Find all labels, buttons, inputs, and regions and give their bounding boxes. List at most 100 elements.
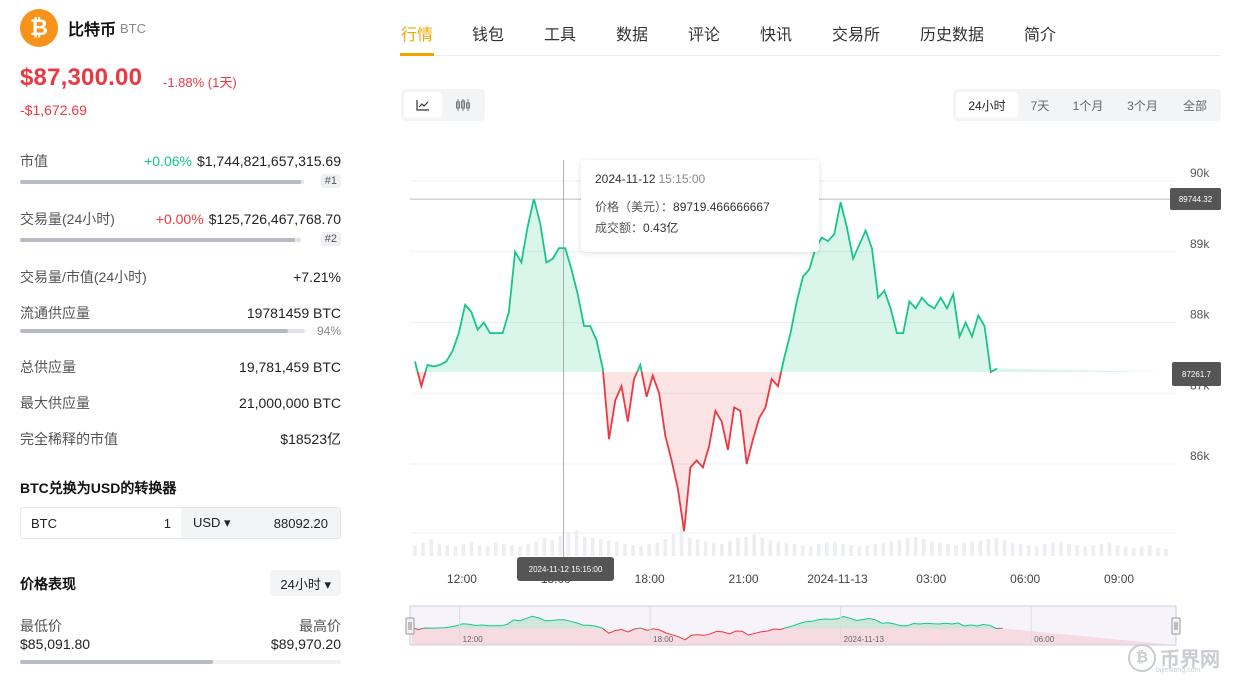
- vol-mcap-row: 交易量/市值(24小时) +7.21%: [20, 267, 341, 287]
- navigator-area-down: [412, 616, 1174, 645]
- line-chart-button[interactable]: [404, 92, 442, 118]
- volume-bar: [897, 540, 902, 556]
- volume-bar: [639, 546, 643, 556]
- hover-price-tag: 89744.32: [1170, 188, 1221, 210]
- volume-bar: [534, 541, 538, 556]
- volume-bar: [833, 541, 837, 556]
- x-tick-label: 12:00: [447, 572, 477, 586]
- candlestick-button[interactable]: [444, 92, 482, 118]
- volume-bar: [550, 540, 555, 556]
- volume-bar: [873, 544, 878, 556]
- volume-bar: [978, 540, 983, 556]
- market-cap-change: +0.06%: [144, 153, 192, 169]
- watermark-logo-icon: ₿: [1128, 643, 1156, 672]
- volume-bar: [631, 545, 635, 556]
- low-price-value: $85,091.80: [20, 636, 91, 652]
- time-range-selector: 24小时 7天 1个月 3个月 全部: [953, 89, 1221, 121]
- volume-bar: [469, 541, 474, 556]
- volume-bar: [566, 532, 571, 556]
- volume-bar: [1115, 545, 1120, 556]
- volume-bar: [720, 544, 724, 556]
- volume-bar: [1148, 545, 1152, 556]
- navigator-handle: [405, 617, 415, 635]
- navigator-line-up: [411, 615, 1003, 629]
- range-3m-button[interactable]: 3个月: [1115, 92, 1170, 118]
- current-price: $87,300.00: [20, 64, 143, 91]
- to-currency-select[interactable]: USD ▾: [193, 515, 231, 531]
- volume-bar: [1067, 544, 1071, 556]
- volume-bar: [413, 545, 417, 556]
- circulating-bar-fill: [20, 329, 288, 333]
- watermark-url: bijiewang.com: [1156, 667, 1201, 674]
- coin-symbol: BTC: [120, 20, 147, 36]
- volume-bar: [913, 536, 918, 556]
- tab-data[interactable]: 数据: [616, 21, 648, 45]
- navigator-line-down: [412, 628, 1003, 641]
- volume-bar: [20, 238, 301, 242]
- volume-bar: [849, 545, 853, 556]
- tab-market[interactable]: 行情: [401, 21, 433, 45]
- market-cap-rank-badge: #1: [320, 174, 341, 188]
- market-cap-bar-fill: [20, 180, 302, 184]
- volume-bar: [857, 546, 861, 556]
- tab-news[interactable]: 快讯: [760, 21, 792, 45]
- tooltip-time: 15:15:00: [658, 172, 706, 186]
- volume-bar: [744, 536, 748, 556]
- volume-bar: [946, 544, 950, 556]
- navigator-tick-label: 06:00: [1034, 635, 1055, 644]
- volume-bar: [461, 544, 466, 556]
- tooltip-volume: 0.43亿: [643, 221, 679, 235]
- volume-bar: [558, 535, 563, 556]
- tab-history[interactable]: 历史数据: [920, 21, 984, 45]
- volume-bar: [510, 545, 514, 556]
- volume-bar: [502, 544, 506, 556]
- volume-bar: [1107, 542, 1112, 556]
- volume-bar: [615, 541, 619, 556]
- volume-bar: [647, 544, 651, 556]
- volume-bar: [582, 536, 587, 556]
- volume-bar: [784, 542, 789, 556]
- tab-wallet[interactable]: 钱包: [472, 21, 504, 45]
- volume-bar: [590, 538, 595, 556]
- volume-bar: [1123, 546, 1128, 556]
- tooltip-price-row: 价格（美元）：89719.466666667: [595, 198, 770, 215]
- range-7d-button[interactable]: 7天: [1020, 92, 1060, 118]
- navigator-tick-label: 18:00: [653, 635, 674, 644]
- volume-bar: [970, 541, 974, 556]
- range-24h-button[interactable]: 24小时: [956, 92, 1018, 118]
- volume-bar: [1002, 540, 1007, 556]
- tooltip-price: 89719.466666667: [673, 200, 770, 214]
- volume-bar: [1051, 542, 1055, 556]
- to-amount-field[interactable]: USD ▾ 88092.20: [181, 508, 340, 538]
- market-cap-row: 市值 +0.06% $1,744,821,657,315.69: [20, 151, 341, 171]
- volume-bar: [1043, 544, 1047, 556]
- from-amount-input[interactable]: BTC 1: [21, 508, 181, 538]
- volume-bar: [1083, 546, 1088, 556]
- market-cap-label: 市值: [20, 153, 48, 169]
- volume-bar: [1156, 547, 1160, 556]
- tab-exchanges[interactable]: 交易所: [832, 21, 880, 45]
- range-all-button[interactable]: 全部: [1172, 92, 1218, 118]
- tab-intro[interactable]: 简介: [1024, 21, 1056, 45]
- x-tick-label: 2024-11-13: [807, 572, 868, 586]
- volume-row: 交易量(24小时) +0.00% $125,726,467,768.70: [20, 209, 341, 229]
- current-price-tag: 87261.7: [1172, 362, 1221, 386]
- range-1m-button[interactable]: 1个月: [1063, 92, 1113, 118]
- circulating-value: 19781459 BTC: [246, 305, 341, 321]
- tooltip-volume-row: 成交额：0.43亿: [595, 219, 678, 236]
- volume-label: 交易量(24小时): [20, 211, 115, 227]
- currency-converter: BTC 1 USD ▾ 88092.20: [20, 507, 341, 539]
- tab-comments[interactable]: 评论: [688, 21, 720, 45]
- tooltip-volume-label: 成交额：: [595, 221, 644, 235]
- volume-bar: [437, 544, 442, 556]
- price-change-absolute: -$1,672.69: [20, 102, 87, 118]
- x-tick-label: 09:00: [1104, 572, 1134, 586]
- volume-bar: [1131, 547, 1136, 556]
- navigator-window: [409, 605, 1177, 646]
- volume-bar: [841, 544, 845, 556]
- circulating-percent: 94%: [316, 324, 341, 338]
- performance-period-select[interactable]: 24小时 ▾: [270, 570, 341, 596]
- volume-change: +0.00%: [155, 211, 204, 227]
- vol-mcap-value: +7.21%: [293, 269, 341, 285]
- tab-tools[interactable]: 工具: [544, 21, 576, 45]
